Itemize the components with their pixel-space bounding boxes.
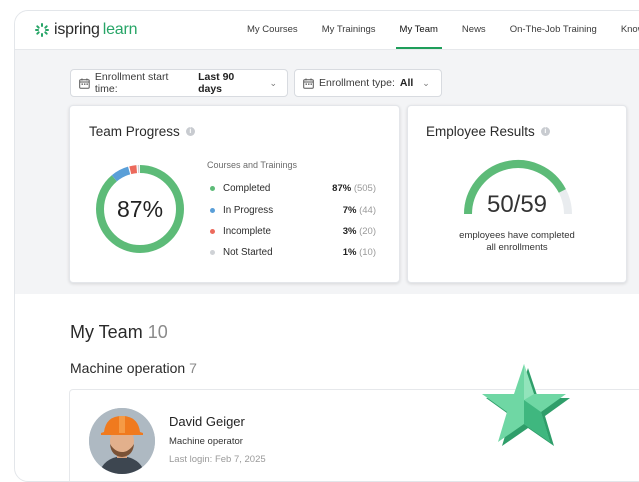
caption-line-2: all enrollments (486, 242, 548, 253)
employee-results-caption: employees have completed all enrollments (408, 230, 626, 254)
in-progress-dot-icon (210, 208, 215, 213)
nav-knowledge[interactable]: Knowl (609, 11, 639, 49)
incomplete-dot-icon (210, 229, 215, 234)
team-progress-title-text: Team Progress (89, 124, 180, 139)
legend-item-not-started: Not Started (210, 247, 273, 258)
my-team-heading: My Team 10 (70, 322, 168, 343)
legend-percent: 3% (342, 226, 357, 237)
my-team-title: My Team (70, 322, 143, 342)
employee-results-value: 50/59 (486, 191, 548, 218)
nav-my-trainings[interactable]: My Trainings (310, 11, 388, 49)
legend-value-incomplete: 3% (20) (343, 226, 376, 237)
type-value: All (399, 77, 414, 89)
employee-results-card: Employee Results i 50/59 employees have … (407, 105, 627, 283)
legend-item-incomplete: Incomplete (210, 226, 271, 237)
calendar-icon (79, 78, 90, 89)
logo-brand: ispring (54, 21, 100, 38)
group-heading: Machine operation 7 (70, 360, 197, 376)
info-icon[interactable]: i (540, 127, 550, 136)
legend-count: (44) (359, 205, 376, 216)
start-time-value: Last 90 days (198, 71, 235, 95)
group-count: 7 (189, 360, 197, 376)
legend-label: Completed (223, 183, 271, 194)
logo-product: learn (102, 21, 138, 38)
main-nav: My Courses My Trainings My Team News On-… (235, 11, 639, 49)
nav-on-the-job-training[interactable]: On-The-Job Training (498, 11, 609, 49)
my-team-count: 10 (147, 322, 168, 342)
enrollment-type-filter[interactable]: Enrollment type: All ⌄ (294, 69, 442, 97)
legend-title: Courses and Trainings (207, 160, 298, 170)
ispring-logo[interactable]: ispring learn (35, 21, 138, 39)
legend-value-in-progress: 7% (44) (343, 205, 376, 216)
legend-percent: 7% (342, 205, 357, 216)
legend-percent: 1% (342, 247, 357, 258)
type-label: Enrollment type: (319, 77, 395, 89)
nav-news[interactable]: News (450, 11, 498, 49)
completed-dot-icon (210, 186, 215, 191)
decorative-star-icon (482, 364, 570, 446)
avatar-image (89, 408, 155, 474)
legend-item-in-progress: In Progress (210, 205, 273, 216)
calendar-icon (303, 78, 314, 89)
logo-mark-icon (35, 23, 49, 37)
legend-item-completed: Completed (210, 183, 270, 194)
legend-value-not-started: 1% (10) (343, 247, 376, 258)
legend-percent: 87% (332, 183, 352, 194)
employee-name: David Geiger (169, 414, 245, 429)
avatar (89, 408, 155, 474)
legend-count: (505) (353, 183, 376, 194)
legend-label: Not Started (223, 247, 273, 258)
legend-count: (10) (359, 247, 376, 258)
legend-value-completed: 87% (505) (332, 183, 376, 194)
enrollment-start-time-filter[interactable]: Enrollment start time: Last 90 days ⌄ (70, 69, 288, 97)
not-started-dot-icon (210, 250, 215, 255)
legend-count: (20) (359, 226, 376, 237)
chevron-down-icon: ⌄ (422, 77, 430, 88)
team-progress-title: Team Progress i (89, 124, 195, 139)
team-progress-card: Team Progress i 87% Courses and Training… (69, 105, 400, 283)
employee-results-title: Employee Results i (426, 124, 550, 139)
legend-label: Incomplete (223, 226, 271, 237)
chevron-down-icon: ⌄ (269, 77, 277, 88)
employee-role: Machine operator (169, 436, 243, 447)
nav-my-courses[interactable]: My Courses (235, 11, 310, 49)
caption-line-1: employees have completed (459, 230, 575, 241)
progress-percent: 87% (117, 196, 164, 222)
employee-results-title-text: Employee Results (426, 124, 535, 139)
nav-my-team[interactable]: My Team (388, 11, 450, 49)
logo-text: ispring learn (54, 21, 138, 39)
employee-last-login: Last login: Feb 7, 2025 (169, 454, 266, 465)
info-icon[interactable]: i (185, 127, 195, 136)
legend-label: In Progress (223, 205, 274, 216)
group-name: Machine operation (70, 360, 186, 376)
start-time-label: Enrollment start time: (94, 71, 169, 95)
top-header: ispring learn My Courses My Trainings My … (15, 11, 639, 50)
